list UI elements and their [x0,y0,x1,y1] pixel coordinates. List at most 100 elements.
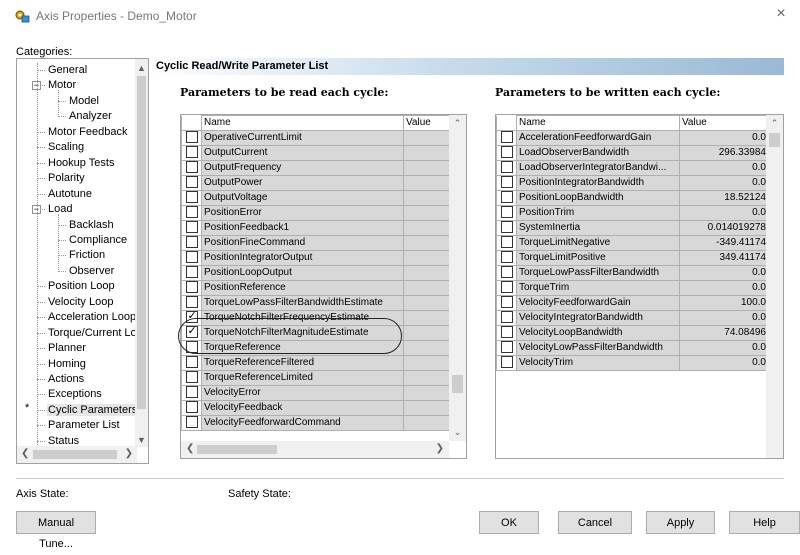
parameter-value-cell[interactable]: 0.0 [679,265,769,281]
table-row[interactable]: TorqueLowPassFilterBandwidthEstimate [181,295,452,311]
tree-item-scaling[interactable]: Scaling [37,140,85,155]
table-row[interactable]: TorqueNotchFilterMagnitudeEstimate [181,325,452,341]
row-checkbox[interactable] [500,176,513,189]
chevron-down-icon[interactable]: ▼ [135,435,148,445]
table-row[interactable]: TorqueTrim 0.0 [496,280,769,296]
tree-item-general[interactable]: General [37,63,88,78]
tree-horizontal-scrollbar[interactable]: ❮ ❯ [17,446,137,463]
table-row[interactable]: VelocityIntegratorBandwidth 0.0 [496,310,769,326]
tree-item-load[interactable]: Load [37,202,73,217]
row-checkbox[interactable] [185,356,198,369]
tree-item-exceptions[interactable]: Exceptions [37,387,103,402]
write-vscroll-thumb[interactable] [769,133,780,147]
parameter-value-cell[interactable]: 0.0 [679,280,769,296]
row-checkbox[interactable] [500,296,513,309]
table-row[interactable]: TorqueLimitNegative -349.41174 [496,235,769,251]
parameter-value-cell[interactable]: 0.0 [679,205,769,221]
row-checkbox[interactable] [500,251,513,264]
chevron-up-icon[interactable]: ⌃ [766,118,783,129]
close-icon[interactable]: × [770,5,792,23]
table-row[interactable]: PositionLoopOutput [181,265,452,281]
row-checkbox[interactable] [500,161,513,174]
parameter-value-cell[interactable]: 0.0 [679,340,769,356]
tree-item-polarity[interactable]: Polarity [37,171,86,186]
table-row[interactable]: LoadObserverBandwidth 296.33984 [496,145,769,161]
row-checkbox[interactable] [500,356,513,369]
parameter-value-cell[interactable]: 296.33984 [679,145,769,161]
table-row[interactable]: OutputVoltage [181,190,452,206]
row-checkbox[interactable] [500,206,513,219]
row-checkbox[interactable] [185,146,198,159]
table-row[interactable]: VelocityError [181,385,452,401]
tree-vscroll-thumb[interactable] [137,76,146,409]
row-checkbox[interactable] [185,251,198,264]
row-checkbox[interactable] [500,266,513,279]
write-parameters-grid[interactable]: Name Value AccelerationFeedforwardGain 0.… [495,114,784,459]
parameter-value-cell[interactable]: 0.0 [679,160,769,176]
write-grid-vertical-scrollbar[interactable]: ⌃ [766,115,783,458]
table-row[interactable]: PositionFeedback1 [181,220,452,236]
tree-item-torque-current-lo[interactable]: Torque/Current Lo [37,326,137,341]
row-checkbox[interactable] [185,326,198,339]
read-grid-horizontal-scrollbar[interactable]: ❮ ❯ [181,441,449,458]
table-row[interactable]: PositionIntegratorBandwidth 0.0 [496,175,769,191]
parameter-value-cell[interactable]: 0.0 [679,130,769,146]
table-row[interactable]: VelocityTrim 0.0 [496,355,769,371]
tree-item-model[interactable]: Model [58,94,100,109]
table-row[interactable]: VelocityFeedforwardCommand [181,415,452,431]
parameter-value-cell[interactable]: 18.52124 [679,190,769,206]
chevron-up-icon[interactable]: ▲ [135,63,148,73]
table-row[interactable]: TorqueReference [181,340,452,356]
tree-item-cyclic-parameters[interactable]: Cyclic Parameters [37,403,137,418]
read-value-column-header[interactable]: Value [403,115,452,131]
row-checkbox[interactable] [185,206,198,219]
row-checkbox[interactable] [500,191,513,204]
tree-item-autotune[interactable]: Autotune [37,187,93,202]
row-checkbox[interactable] [500,281,513,294]
parameter-value-cell[interactable]: 0.0 [679,175,769,191]
row-checkbox[interactable] [185,416,198,429]
parameter-value-cell[interactable]: 0.014019278 [679,220,769,236]
chevron-right-icon[interactable]: ❯ [125,448,133,459]
row-checkbox[interactable] [185,296,198,309]
row-checkbox[interactable] [185,341,198,354]
tree-item-homing[interactable]: Homing [37,357,87,372]
table-row[interactable]: PositionFineCommand [181,235,452,251]
table-row[interactable]: VelocityFeedback [181,400,452,416]
row-checkbox[interactable] [500,311,513,324]
chevron-down-icon[interactable]: ⌄ [449,427,466,438]
tree-item-motor-feedback[interactable]: Motor Feedback [37,125,128,140]
tree-item-parameter-list[interactable]: Parameter List [37,418,121,433]
table-row[interactable]: PositionIntegratorOutput [181,250,452,266]
table-row[interactable]: TorqueLimitPositive 349.41174 [496,250,769,266]
manual-tune-button[interactable]: Manual Tune... [16,511,96,550]
cancel-button[interactable]: Cancel [558,511,632,534]
table-row[interactable]: OutputFrequency [181,160,452,176]
tree-item-acceleration-loop[interactable]: Acceleration Loop [37,310,137,325]
parameter-value-cell[interactable]: 74.08496 [679,325,769,341]
tree-vertical-scrollbar[interactable]: ▲ ▼ [135,59,148,447]
table-row[interactable]: TorqueReferenceFiltered [181,355,452,371]
table-row[interactable]: PositionReference [181,280,452,296]
write-value-column-header[interactable]: Value [679,115,769,131]
table-row[interactable]: OutputPower [181,175,452,191]
tree-item-velocity-loop[interactable]: Velocity Loop [37,295,114,310]
table-row[interactable]: LoadObserverIntegratorBandwi... 0.0 [496,160,769,176]
parameter-value-cell[interactable]: 349.41174 [679,250,769,266]
table-row[interactable]: VelocityLowPassFilterBandwidth 0.0 [496,340,769,356]
table-row[interactable]: PositionError [181,205,452,221]
row-checkbox[interactable] [500,146,513,159]
read-vscroll-thumb[interactable] [452,375,463,393]
parameter-value-cell[interactable]: 0.0 [679,355,769,371]
tree-item-analyzer[interactable]: Analyzer [58,109,113,124]
tree-item-hookup-tests[interactable]: Hookup Tests [37,156,115,171]
table-row[interactable]: OperativeCurrentLimit [181,130,452,146]
chevron-left-icon[interactable]: ❮ [21,448,29,459]
table-row[interactable]: OutputCurrent [181,145,452,161]
tree-item-observer[interactable]: Observer [58,264,115,279]
help-button[interactable]: Help [729,511,800,534]
tree-item-motor[interactable]: Motor [37,78,77,93]
chevron-left-icon[interactable]: ❮ [186,443,194,454]
table-row[interactable]: VelocityLoopBandwidth 74.08496 [496,325,769,341]
row-checkbox[interactable] [185,266,198,279]
